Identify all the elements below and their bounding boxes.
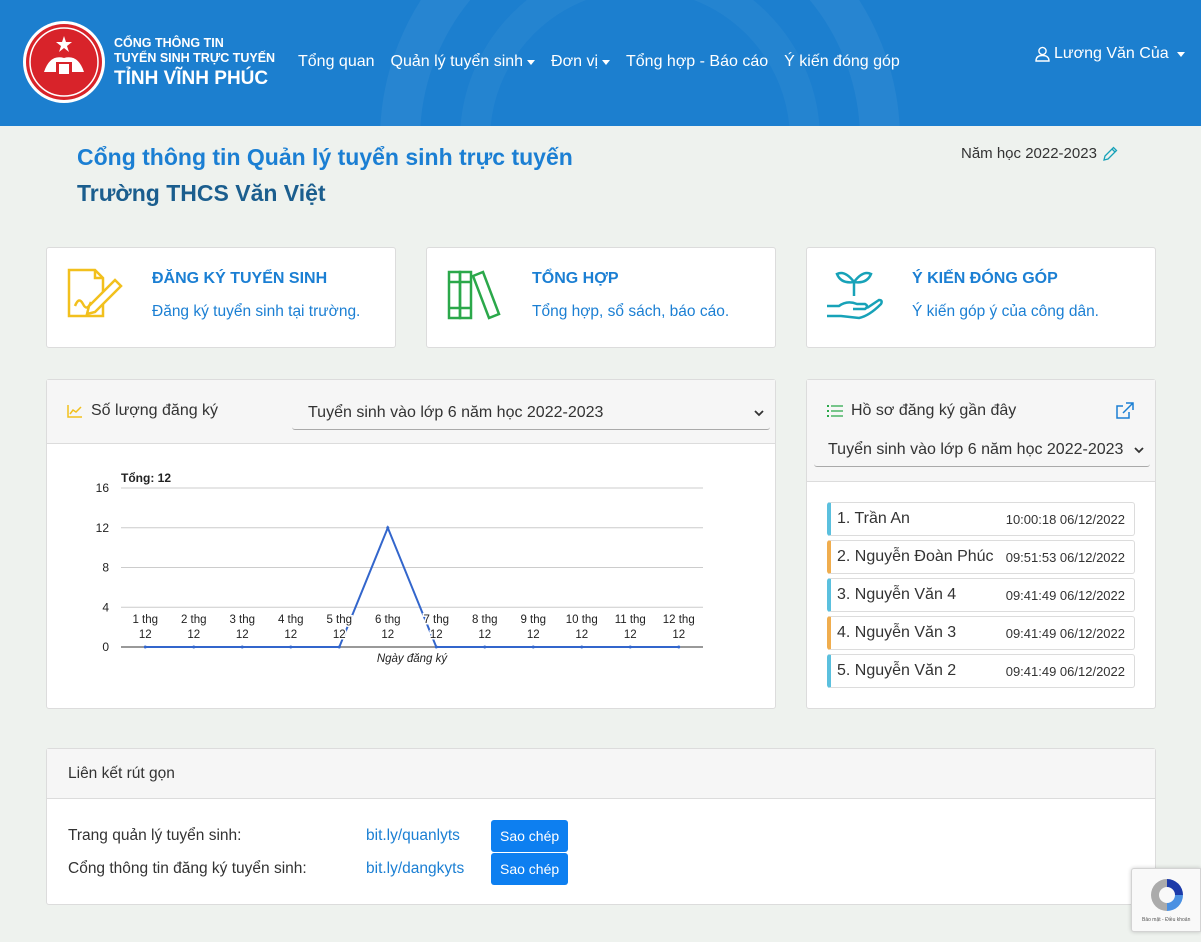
list-item[interactable]: 4. Nguyễn Văn 3 09:41:49 06/12/2022 — [827, 616, 1135, 650]
books-icon — [447, 270, 501, 320]
data-point — [192, 645, 196, 649]
main-nav: Tổng quan Quản lý tuyển sinh Đơn vị Tổng… — [298, 53, 916, 71]
short-links-title: Liên kết rút gọn — [68, 765, 175, 782]
short-link-label: Trang quản lý tuyển sinh: — [68, 827, 242, 844]
data-point — [580, 645, 584, 649]
data-point — [240, 645, 244, 649]
x-tick-label: 12 thg 12 — [663, 614, 695, 641]
short-link-label: Cổng thông tin đăng ký tuyển sinh: — [68, 860, 307, 877]
short-link-row: Cổng thông tin đăng ký tuyển sinh: bit.l… — [68, 852, 569, 886]
y-tick-label: 4 — [102, 600, 109, 614]
list-icon — [827, 405, 843, 417]
caret-down-icon — [527, 59, 536, 65]
copy-button[interactable]: Sao chép — [491, 853, 569, 885]
school-year-label: Năm học 2022-2023 — [961, 145, 1097, 162]
data-point — [386, 526, 390, 530]
data-point — [628, 645, 632, 649]
recent-period-select[interactable]: Tuyển sinh vào lớp 6 năm học 2022-2023 — [814, 433, 1150, 467]
feature-desc: Ý kiến góp ý của công dân. — [912, 303, 1099, 320]
x-tick-label: 8 thg 12 — [472, 614, 498, 641]
feature-title: TỔNG HỢP — [532, 270, 619, 287]
caret-down-icon — [602, 59, 610, 65]
data-point — [434, 645, 438, 649]
feature-title: Ý KIẾN ĐÓNG GÓP — [912, 270, 1058, 287]
recaptcha-terms[interactable]: Bảo mật - Điều khoản — [1142, 917, 1190, 923]
feature-title: ĐĂNG KÝ TUYỂN SINH — [152, 270, 328, 287]
province-logo[interactable] — [23, 21, 105, 103]
chart-card-label: Số lượng đăng ký — [67, 402, 218, 420]
short-link-row: Trang quản lý tuyển sinh: bit.ly/quanlyt… — [68, 819, 569, 853]
chart-card-header: Số lượng đăng ký Tuyển sinh vào lớp 6 nă… — [47, 380, 775, 444]
y-tick-label: 8 — [102, 561, 109, 575]
recent-applications-list: 1. Trần An 10:00:18 06/12/2022 2. Nguyễn … — [827, 502, 1135, 692]
nav-item-units[interactable]: Đơn vị — [551, 53, 610, 71]
y-tick-label: 0 — [102, 640, 109, 654]
list-item[interactable]: 3. Nguyễn Văn 4 09:41:49 06/12/2022 — [827, 578, 1135, 612]
brand[interactable]: CỔNG THÔNG TIN TUYỂN SINH TRỰC TUYẾN TỈN… — [114, 36, 275, 91]
chevron-down-icon — [754, 409, 764, 416]
data-point — [483, 645, 487, 649]
x-tick-label: 3 thg 12 — [229, 614, 255, 641]
short-links-header: Liên kết rút gọn — [47, 749, 1155, 799]
list-item[interactable]: 2. Nguyễn Đoàn Phúc 09:51:53 06/12/2022 — [827, 540, 1135, 574]
x-tick-label: 6 thg 12 — [375, 614, 401, 641]
data-point — [677, 645, 681, 649]
series-line — [145, 525, 679, 648]
recaptcha-icon — [1151, 879, 1183, 911]
x-axis-label: Ngày đăng ký — [377, 653, 449, 665]
feature-card-feedback[interactable]: Ý KIẾN ĐÓNG GÓP Ý kiến góp ý của công dâ… — [806, 247, 1156, 348]
caret-down-icon — [1176, 51, 1185, 57]
top-header: CỔNG THÔNG TIN TUYỂN SINH TRỰC TUYẾN TỈN… — [0, 0, 1201, 126]
y-tick-label: 12 — [96, 521, 110, 535]
pencil-icon[interactable] — [1102, 146, 1118, 162]
y-tick-label: 16 — [96, 481, 110, 495]
user-name: Lương Văn Của — [1054, 45, 1169, 62]
feature-desc: Tổng hợp, sổ sách, báo cáo. — [532, 303, 730, 320]
external-link-icon[interactable] — [1115, 402, 1135, 420]
feature-desc: Đăng ký tuyển sinh tại trường. — [152, 303, 361, 320]
x-tick-label: 1 thg 12 — [132, 614, 158, 641]
short-link-url[interactable]: bit.ly/dangkyts — [366, 860, 491, 878]
recent-applications-card: Hồ sơ đăng ký gần đây Tuyển sinh vào lớp… — [806, 379, 1156, 709]
chart-period-select[interactable]: Tuyển sinh vào lớp 6 năm học 2022-2023 — [292, 396, 770, 430]
registration-line-chart: Tổng: 12 0 4 8 12 16 1 thg 12 2 thg 12 3 thg 12 4 th… — [96, 471, 703, 665]
x-tick-label: 11 thg 12 — [615, 614, 646, 641]
brand-line-3: TỈNH VĨNH PHÚC — [114, 68, 269, 89]
nav-item-overview[interactable]: Tổng quan — [298, 53, 375, 71]
recaptcha-badge[interactable]: Bảo mật - Điều khoản — [1131, 868, 1201, 932]
data-point — [143, 645, 147, 649]
user-icon — [1035, 46, 1050, 62]
nav-item-admission-management[interactable]: Quản lý tuyển sinh — [391, 53, 536, 71]
x-tick-label: 4 thg 12 — [278, 614, 304, 641]
user-menu[interactable]: Lương Văn Của — [1035, 45, 1185, 63]
data-point — [289, 645, 293, 649]
short-links-card: Liên kết rút gọn Trang quản lý tuyển sin… — [46, 748, 1156, 905]
chart-line-icon — [67, 405, 82, 418]
copy-button[interactable]: Sao chép — [491, 820, 569, 852]
recent-card-header: Hồ sơ đăng ký gần đây Tuyển sinh vào lớp… — [807, 380, 1155, 482]
nav-item-reports[interactable]: Tổng hợp - Báo cáo — [626, 53, 768, 71]
registration-chart-card: Số lượng đăng ký Tuyển sinh vào lớp 6 nă… — [46, 379, 776, 709]
feature-card-registration[interactable]: ĐĂNG KÝ TUYỂN SINH Đăng ký tuyển sinh tạ… — [46, 247, 396, 348]
list-item[interactable]: 1. Trần An 10:00:18 06/12/2022 — [827, 502, 1135, 536]
recent-card-label: Hồ sơ đăng ký gần đây — [827, 402, 1016, 420]
chevron-down-icon — [1134, 446, 1144, 453]
school-year[interactable]: Năm học 2022-2023 — [961, 145, 1118, 162]
feature-card-summary[interactable]: TỔNG HỢP Tổng hợp, sổ sách, báo cáo. — [426, 247, 776, 348]
plant-hand-icon — [827, 271, 883, 320]
x-tick-label: 9 thg 12 — [520, 614, 546, 641]
signature-document-icon — [67, 268, 123, 318]
data-point — [531, 645, 535, 649]
x-tick-label: 10 thg 12 — [566, 614, 598, 641]
brand-line-2: TUYỂN SINH TRỰC TUYẾN — [114, 51, 276, 65]
brand-line-1: CỔNG THÔNG TIN — [114, 36, 224, 50]
school-name: Trường THCS Văn Việt — [77, 180, 326, 206]
x-tick-label: 2 thg 12 — [181, 614, 207, 641]
data-point — [337, 645, 341, 649]
nav-item-feedback[interactable]: Ý kiến đóng góp — [784, 53, 900, 71]
list-item[interactable]: 5. Nguyễn Văn 2 09:41:49 06/12/2022 — [827, 654, 1135, 688]
chart-title: Tổng: 12 — [121, 471, 171, 485]
short-link-url[interactable]: bit.ly/quanlyts — [366, 827, 491, 845]
page-title: Cổng thông tin Quản lý tuyển sinh trực t… — [77, 144, 573, 170]
